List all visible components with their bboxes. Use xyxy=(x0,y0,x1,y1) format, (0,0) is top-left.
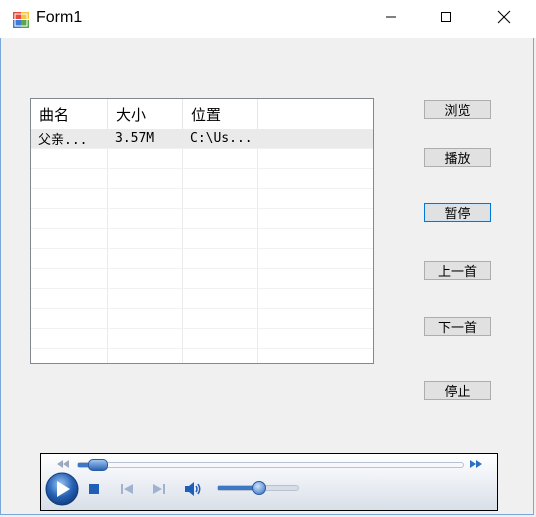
empty-row xyxy=(31,229,373,249)
empty-row xyxy=(31,249,373,269)
previous-song-button[interactable]: 上一首 xyxy=(424,261,491,280)
volume-icon[interactable] xyxy=(183,480,205,498)
empty-cell xyxy=(258,229,373,248)
empty-row xyxy=(31,309,373,329)
empty-cell xyxy=(108,349,183,363)
empty-row xyxy=(31,289,373,309)
empty-cell xyxy=(183,329,258,348)
empty-cell xyxy=(108,249,183,268)
empty-cell xyxy=(31,149,108,168)
empty-cell xyxy=(108,229,183,248)
empty-cell xyxy=(258,309,373,328)
empty-cell xyxy=(31,309,108,328)
browse-button[interactable]: 浏览 xyxy=(424,100,491,119)
empty-cell xyxy=(258,349,373,363)
column-header-name[interactable]: 曲名 xyxy=(31,99,108,129)
empty-cell xyxy=(258,329,373,348)
empty-cell xyxy=(183,169,258,188)
maximize-button[interactable] xyxy=(423,0,469,38)
cell-location: C:\Us... xyxy=(183,129,258,148)
cell-name: 父亲... xyxy=(31,129,108,148)
close-button[interactable] xyxy=(481,0,527,38)
empty-cell xyxy=(108,209,183,228)
empty-cell xyxy=(183,249,258,268)
volume-slider[interactable] xyxy=(217,481,299,495)
seek-thumb[interactable] xyxy=(87,459,108,471)
empty-row xyxy=(31,349,373,363)
empty-cell xyxy=(31,269,108,288)
empty-cell xyxy=(31,289,108,308)
next-icon[interactable] xyxy=(151,482,167,496)
list-row[interactable]: 父亲... 3.57M C:\Us... xyxy=(31,129,373,149)
play-icon[interactable] xyxy=(45,472,79,506)
close-icon xyxy=(497,10,511,28)
empty-row xyxy=(31,209,373,229)
minimize-button[interactable] xyxy=(368,0,414,38)
next-song-button[interactable]: 下一首 xyxy=(424,317,491,336)
empty-cell xyxy=(31,189,108,208)
empty-cell xyxy=(31,249,108,268)
previous-icon[interactable] xyxy=(119,482,135,496)
seek-bar[interactable] xyxy=(77,459,464,471)
list-header: 曲名 大小 位置 xyxy=(31,99,373,129)
play-button[interactable]: 播放 xyxy=(424,148,491,167)
empty-cell xyxy=(183,309,258,328)
column-header-location[interactable]: 位置 xyxy=(183,99,258,129)
empty-cell xyxy=(108,269,183,288)
volume-thumb[interactable] xyxy=(252,481,266,495)
empty-cell xyxy=(108,289,183,308)
empty-cell xyxy=(31,169,108,188)
empty-cell xyxy=(31,349,108,363)
title-bar[interactable]: Form1 xyxy=(0,0,536,38)
empty-cell xyxy=(108,329,183,348)
empty-cell xyxy=(183,189,258,208)
empty-cell xyxy=(108,189,183,208)
player-panel xyxy=(41,454,497,510)
empty-row xyxy=(31,189,373,209)
empty-cell xyxy=(183,349,258,363)
empty-cell xyxy=(258,289,373,308)
column-header-filler xyxy=(258,99,373,129)
stop-button[interactable]: 停止 xyxy=(424,381,491,400)
empty-cell xyxy=(258,169,373,188)
empty-cell xyxy=(183,209,258,228)
pause-button[interactable]: 暂停 xyxy=(424,203,491,222)
empty-cell xyxy=(258,149,373,168)
empty-cell xyxy=(31,209,108,228)
empty-cell xyxy=(31,229,108,248)
minimize-icon xyxy=(385,11,397,27)
app-icon xyxy=(12,11,30,29)
empty-cell xyxy=(258,249,373,268)
empty-cell xyxy=(258,269,373,288)
cell-size: 3.57M xyxy=(108,129,183,148)
empty-cell xyxy=(108,309,183,328)
empty-row xyxy=(31,169,373,189)
empty-row xyxy=(31,269,373,289)
empty-cell xyxy=(258,189,373,208)
empty-cell xyxy=(31,329,108,348)
empty-row xyxy=(31,149,373,169)
empty-cell xyxy=(108,149,183,168)
rewind-icon[interactable] xyxy=(56,458,70,470)
media-player[interactable] xyxy=(40,453,498,511)
song-list[interactable]: 曲名 大小 位置 父亲... 3.57M C:\Us... xyxy=(30,98,374,364)
fast-forward-icon[interactable] xyxy=(469,458,483,470)
empty-cell xyxy=(183,269,258,288)
window-title: Form1 xyxy=(36,9,83,26)
empty-cell xyxy=(183,229,258,248)
empty-row xyxy=(31,329,373,349)
stop-icon[interactable] xyxy=(87,482,101,496)
empty-cell xyxy=(258,209,373,228)
empty-cell xyxy=(183,149,258,168)
cell-filler xyxy=(258,129,373,148)
maximize-icon xyxy=(440,11,452,27)
column-header-size[interactable]: 大小 xyxy=(108,99,183,129)
empty-cell xyxy=(108,169,183,188)
empty-cell xyxy=(183,289,258,308)
